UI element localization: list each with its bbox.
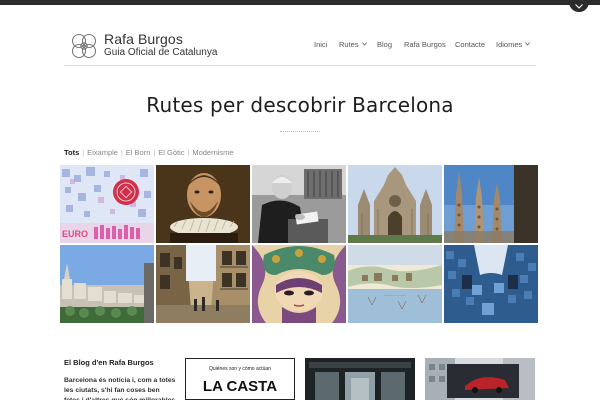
nav-item-label: Rafa Burgos <box>404 40 446 49</box>
gallery-tile[interactable] <box>252 165 346 243</box>
nav-item-label: Idiomes <box>496 40 523 49</box>
nav-item-rafa-burgos[interactable]: Rafa Burgos <box>404 40 446 50</box>
page-title: Rutes per descobrir Barcelona <box>146 93 454 117</box>
nav-item-blog[interactable]: Blog <box>377 40 392 50</box>
gothic-cathedral-image <box>348 165 442 243</box>
barcelona-tile-mosaic-image: EURO <box>60 165 154 243</box>
chevron-down-icon <box>575 4 583 9</box>
svg-text:EURO: EURO <box>62 229 88 239</box>
filter-modernisme[interactable]: Modernisme <box>192 148 233 157</box>
site-header: Rafa Burgos Guia Oficial de Catalunya In… <box>64 28 536 66</box>
gallery-tile[interactable] <box>348 165 442 243</box>
filter-separator: | <box>82 150 85 157</box>
nav-item-label: Rutes <box>339 40 359 49</box>
filter-separator: | <box>153 150 156 157</box>
svg-text:LA CASTA: LA CASTA <box>203 378 277 395</box>
nav-item-label: Contacte <box>455 40 486 49</box>
casa-batllo-courtyard-image <box>444 245 538 323</box>
nav-item-label: Blog <box>377 40 393 49</box>
nav-item-inici[interactable]: Inici <box>314 40 327 50</box>
top-bar <box>0 0 600 5</box>
chevron-down-icon <box>525 42 531 46</box>
chevron-down-icon <box>361 42 367 46</box>
gallery-filters: Tots | Eixample | El Born | El Gòtic | Modernism… <box>64 148 234 158</box>
filter-el-born[interactable]: El Born <box>126 148 151 157</box>
gallery-tile[interactable]: ~ ~ ~ ~ ~ ~ ~ <box>348 245 442 323</box>
blog-intro: El Blog d'en Rafa Burgos Barcelona és no… <box>64 358 176 400</box>
gallery-tile[interactable] <box>252 245 346 323</box>
la-casta-book-image: Quiénes son y cómo actúan LA CASTA <box>185 358 295 400</box>
filter-eixample[interactable]: Eixample <box>87 148 118 157</box>
sagrada-familia-towers-image <box>444 165 538 243</box>
filter-el-gotic[interactable]: El Gòtic <box>158 148 184 157</box>
cervantes-portrait-image <box>156 165 250 243</box>
nav-item-label: Inici <box>314 40 328 49</box>
gallery-tile[interactable] <box>156 245 250 323</box>
street-balconies-image <box>156 245 250 323</box>
gallery-tile[interactable] <box>156 165 250 243</box>
filter-tots[interactable]: Tots <box>64 148 79 157</box>
main-nav: Inici Rutes Blog Rafa Burgos Contacte Id… <box>64 40 536 54</box>
blog-post-card[interactable] <box>425 358 535 400</box>
filter-separator: | <box>120 150 123 157</box>
nav-item-idiomes[interactable]: Idiomes <box>496 40 531 50</box>
gallery-tile[interactable]: EURO <box>60 165 154 243</box>
blog-excerpt: Barcelona és notícia i, com a totes les … <box>64 377 176 400</box>
nav-item-contacte[interactable]: Contacte <box>455 40 485 50</box>
svg-text:Quiénes son y cómo actúan: Quiénes son y cómo actúan <box>209 366 271 372</box>
gallery-tile[interactable] <box>444 165 538 243</box>
barcelona-skyline-image <box>60 245 154 323</box>
blog-post-card[interactable]: Quiénes son y cómo actúan LA CASTA <box>185 358 295 400</box>
top-bar-toggle[interactable] <box>569 0 589 12</box>
gallery-tile[interactable] <box>444 245 538 323</box>
blog-post-card[interactable] <box>305 358 415 400</box>
nav-item-rutes[interactable]: Rutes <box>339 40 367 50</box>
building-billboard-image <box>425 358 535 400</box>
filter-separator: | <box>187 150 190 157</box>
shop-front-image <box>305 358 415 400</box>
port-old-map-image: ~ ~ ~ ~ ~ ~ ~ <box>348 245 442 323</box>
man-writing-photo-image <box>252 165 346 243</box>
route-gallery: EURO ~ ~ ~ ~ ~ ~ ~ <box>60 165 538 323</box>
blog-title[interactable]: El Blog d'en Rafa Burgos <box>64 358 174 367</box>
art-nouveau-woman-image <box>252 245 346 323</box>
gallery-tile[interactable] <box>60 245 154 323</box>
svg-text:~ ~ ~ ~ ~ ~ ~: ~ ~ ~ ~ ~ ~ ~ <box>384 293 406 298</box>
title-divider <box>280 131 320 133</box>
